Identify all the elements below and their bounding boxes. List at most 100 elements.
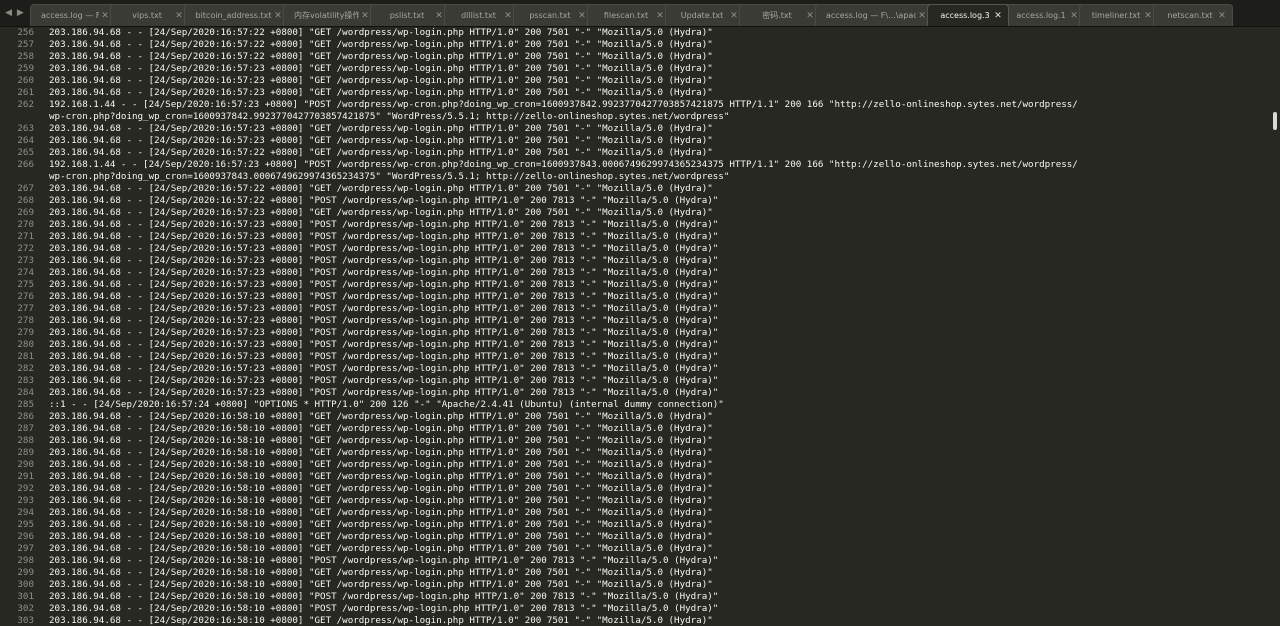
code-line[interactable]: 300 203.186.94.68 - - [24/Sep/2020:16:58:… [0,579,1280,591]
line-text[interactable]: 203.186.94.68 - - [24/Sep/2020:16:57:23 … [34,207,713,219]
code-line[interactable]: 281 203.186.94.68 - - [24/Sep/2020:16:57:… [0,351,1280,363]
code-line[interactable]: 291 203.186.94.68 - - [24/Sep/2020:16:58:… [0,471,1280,483]
code-line[interactable]: 276 203.186.94.68 - - [24/Sep/2020:16:57:… [0,291,1280,303]
line-text[interactable]: 203.186.94.68 - - [24/Sep/2020:16:58:10 … [34,591,718,603]
code-line[interactable]: 286 203.186.94.68 - - [24/Sep/2020:16:58:… [0,411,1280,423]
code-line[interactable]: 283 203.186.94.68 - - [24/Sep/2020:16:57:… [0,375,1280,387]
code-line[interactable]: 260 203.186.94.68 - - [24/Sep/2020:16:57:… [0,75,1280,87]
line-text[interactable]: 203.186.94.68 - - [24/Sep/2020:16:57:23 … [34,351,718,363]
line-text[interactable]: 203.186.94.68 - - [24/Sep/2020:16:57:23 … [34,243,718,255]
code-line[interactable]: 279 203.186.94.68 - - [24/Sep/2020:16:57:… [0,327,1280,339]
code-line[interactable]: 272 203.186.94.68 - - [24/Sep/2020:16:57:… [0,243,1280,255]
line-text[interactable]: 203.186.94.68 - - [24/Sep/2020:16:57:23 … [34,123,713,135]
code-line[interactable]: 258 203.186.94.68 - - [24/Sep/2020:16:57:… [0,51,1280,63]
wrapped-line[interactable]: wp-cron.php?doing_wp_cron=1600937843.000… [0,171,1280,183]
line-text[interactable]: 203.186.94.68 - - [24/Sep/2020:16:58:10 … [34,507,713,519]
tab-2[interactable]: vips.txt ✕ [110,4,190,26]
code-line[interactable]: 277 203.186.94.68 - - [24/Sep/2020:16:57:… [0,303,1280,315]
tab-10[interactable]: 密码.txt ✕ [739,4,821,26]
code-line[interactable]: 290 203.186.94.68 - - [24/Sep/2020:16:58:… [0,459,1280,471]
line-text[interactable]: 203.186.94.68 - - [24/Sep/2020:16:57:23 … [34,291,718,303]
tab-9[interactable]: Update.txt ✕ [665,4,745,26]
code-line[interactable]: 269 203.186.94.68 - - [24/Sep/2020:16:57:… [0,207,1280,219]
line-text[interactable]: 203.186.94.68 - - [24/Sep/2020:16:58:10 … [34,411,713,423]
code-line[interactable]: 275 203.186.94.68 - - [24/Sep/2020:16:57:… [0,279,1280,291]
tab-12[interactable]: access.log.3 ✕ [927,4,1009,26]
tab-11[interactable]: access.log — F\...\apache2✕ [815,4,933,26]
code-line[interactable]: 294 203.186.94.68 - - [24/Sep/2020:16:58:… [0,507,1280,519]
code-line[interactable]: 297 203.186.94.68 - - [24/Sep/2020:16:58:… [0,543,1280,555]
line-text[interactable]: 203.186.94.68 - - [24/Sep/2020:16:58:10 … [34,519,713,531]
line-text[interactable]: 203.186.94.68 - - [24/Sep/2020:16:57:23 … [34,279,718,291]
code-line[interactable]: 280 203.186.94.68 - - [24/Sep/2020:16:57:… [0,339,1280,351]
code-line[interactable]: 278 203.186.94.68 - - [24/Sep/2020:16:57:… [0,315,1280,327]
line-text[interactable]: 203.186.94.68 - - [24/Sep/2020:16:58:10 … [34,471,713,483]
code-line[interactable]: 266 192.168.1.44 - - [24/Sep/2020:16:57:2… [0,159,1280,171]
code-line[interactable]: 256 203.186.94.68 - - [24/Sep/2020:16:57:… [0,27,1280,39]
line-text[interactable]: 203.186.94.68 - - [24/Sep/2020:16:57:23 … [34,255,718,267]
line-text[interactable]: 203.186.94.68 - - [24/Sep/2020:16:57:23 … [34,231,718,243]
code-line[interactable]: 274 203.186.94.68 - - [24/Sep/2020:16:57:… [0,267,1280,279]
line-text[interactable]: 203.186.94.68 - - [24/Sep/2020:16:57:23 … [34,87,713,99]
line-text[interactable]: 203.186.94.68 - - [24/Sep/2020:16:57:22 … [34,147,713,159]
line-text[interactable]: ::1 - - [24/Sep/2020:16:57:24 +0800] "OP… [34,399,724,411]
tab-8[interactable]: filescan.txt ✕ [587,4,671,26]
code-line[interactable]: 284 203.186.94.68 - - [24/Sep/2020:16:57:… [0,387,1280,399]
tab-close-icon[interactable]: ✕ [1216,11,1228,21]
code-line[interactable]: 289 203.186.94.68 - - [24/Sep/2020:16:58:… [0,447,1280,459]
line-text[interactable]: 203.186.94.68 - - [24/Sep/2020:16:57:23 … [34,267,718,279]
code-line[interactable]: 302 203.186.94.68 - - [24/Sep/2020:16:58:… [0,603,1280,615]
code-line[interactable]: 267 203.186.94.68 - - [24/Sep/2020:16:57:… [0,183,1280,195]
code-line[interactable]: 288 203.186.94.68 - - [24/Sep/2020:16:58:… [0,435,1280,447]
line-text[interactable]: 203.186.94.68 - - [24/Sep/2020:16:58:10 … [34,459,713,471]
tab-13[interactable]: access.log.1 ✕ [1003,4,1085,26]
code-line[interactable]: 270 203.186.94.68 - - [24/Sep/2020:16:57:… [0,219,1280,231]
line-text[interactable]: 203.186.94.68 - - [24/Sep/2020:16:57:23 … [34,387,718,399]
line-text[interactable]: 203.186.94.68 - - [24/Sep/2020:16:58:10 … [34,423,713,435]
line-text[interactable]: 203.186.94.68 - - [24/Sep/2020:16:58:10 … [34,615,713,626]
tab-scroll-arrows-icon[interactable]: ◀ ▶ [0,0,30,26]
line-text[interactable]: 203.186.94.68 - - [24/Sep/2020:16:58:10 … [34,435,713,447]
line-text[interactable]: 203.186.94.68 - - [24/Sep/2020:16:57:23 … [34,135,713,147]
line-text[interactable]: 203.186.94.68 - - [24/Sep/2020:16:58:10 … [34,579,713,591]
line-text[interactable]: 203.186.94.68 - - [24/Sep/2020:16:57:22 … [34,27,713,39]
code-line[interactable]: 295 203.186.94.68 - - [24/Sep/2020:16:58:… [0,519,1280,531]
line-text[interactable]: 203.186.94.68 - - [24/Sep/2020:16:57:23 … [34,327,718,339]
code-line[interactable]: 263 203.186.94.68 - - [24/Sep/2020:16:57:… [0,123,1280,135]
line-text[interactable]: 203.186.94.68 - - [24/Sep/2020:16:57:22 … [34,51,713,63]
line-text[interactable]: 192.168.1.44 - - [24/Sep/2020:16:57:23 +… [34,159,1078,171]
line-text[interactable]: wp-cron.php?doing_wp_cron=1600937842.992… [34,111,729,123]
code-line[interactable]: 268 203.186.94.68 - - [24/Sep/2020:16:57:… [0,195,1280,207]
line-text[interactable]: 203.186.94.68 - - [24/Sep/2020:16:58:10 … [34,603,718,615]
code-line[interactable]: 264 203.186.94.68 - - [24/Sep/2020:16:57:… [0,135,1280,147]
line-text[interactable]: 203.186.94.68 - - [24/Sep/2020:16:57:23 … [34,315,718,327]
line-text[interactable]: 203.186.94.68 - - [24/Sep/2020:16:57:23 … [34,339,718,351]
code-line[interactable]: 265 203.186.94.68 - - [24/Sep/2020:16:57:… [0,147,1280,159]
line-text[interactable]: 203.186.94.68 - - [24/Sep/2020:16:57:23 … [34,219,718,231]
code-line[interactable]: 273 203.186.94.68 - - [24/Sep/2020:16:57:… [0,255,1280,267]
code-line[interactable]: 259 203.186.94.68 - - [24/Sep/2020:16:57:… [0,63,1280,75]
text-editor[interactable]: 256 203.186.94.68 - - [24/Sep/2020:16:57:… [0,27,1280,626]
code-line[interactable]: 301 203.186.94.68 - - [24/Sep/2020:16:58:… [0,591,1280,603]
line-text[interactable]: 203.186.94.68 - - [24/Sep/2020:16:58:10 … [34,447,713,459]
code-line[interactable]: 262 192.168.1.44 - - [24/Sep/2020:16:57:2… [0,99,1280,111]
line-text[interactable]: 203.186.94.68 - - [24/Sep/2020:16:57:23 … [34,303,718,315]
tab-1[interactable]: access.log — F ✕ [30,4,116,26]
code-line[interactable]: 257 203.186.94.68 - - [24/Sep/2020:16:57:… [0,39,1280,51]
line-text[interactable]: 203.186.94.68 - - [24/Sep/2020:16:57:23 … [34,63,713,75]
code-line[interactable]: 282 203.186.94.68 - - [24/Sep/2020:16:57:… [0,363,1280,375]
line-text[interactable]: 203.186.94.68 - - [24/Sep/2020:16:57:23 … [34,75,713,87]
code-line[interactable]: 292 203.186.94.68 - - [24/Sep/2020:16:58:… [0,483,1280,495]
line-text[interactable]: 203.186.94.68 - - [24/Sep/2020:16:58:10 … [34,555,718,567]
line-text[interactable]: wp-cron.php?doing_wp_cron=1600937843.000… [34,171,729,183]
wrapped-line[interactable]: wp-cron.php?doing_wp_cron=1600937842.992… [0,111,1280,123]
line-text[interactable]: 203.186.94.68 - - [24/Sep/2020:16:57:23 … [34,375,718,387]
code-line[interactable]: 298 203.186.94.68 - - [24/Sep/2020:16:58:… [0,555,1280,567]
tab-6[interactable]: dlllist.txt ✕ [444,4,519,26]
line-text[interactable]: 203.186.94.68 - - [24/Sep/2020:16:57:22 … [34,39,713,51]
line-text[interactable]: 203.186.94.68 - - [24/Sep/2020:16:58:10 … [34,567,713,579]
line-text[interactable]: 203.186.94.68 - - [24/Sep/2020:16:58:10 … [34,531,713,543]
tab-3[interactable]: bitcoin_address.txt ✕ [184,4,289,26]
code-line[interactable]: 296 203.186.94.68 - - [24/Sep/2020:16:58:… [0,531,1280,543]
code-line[interactable]: 303 203.186.94.68 - - [24/Sep/2020:16:58:… [0,615,1280,626]
